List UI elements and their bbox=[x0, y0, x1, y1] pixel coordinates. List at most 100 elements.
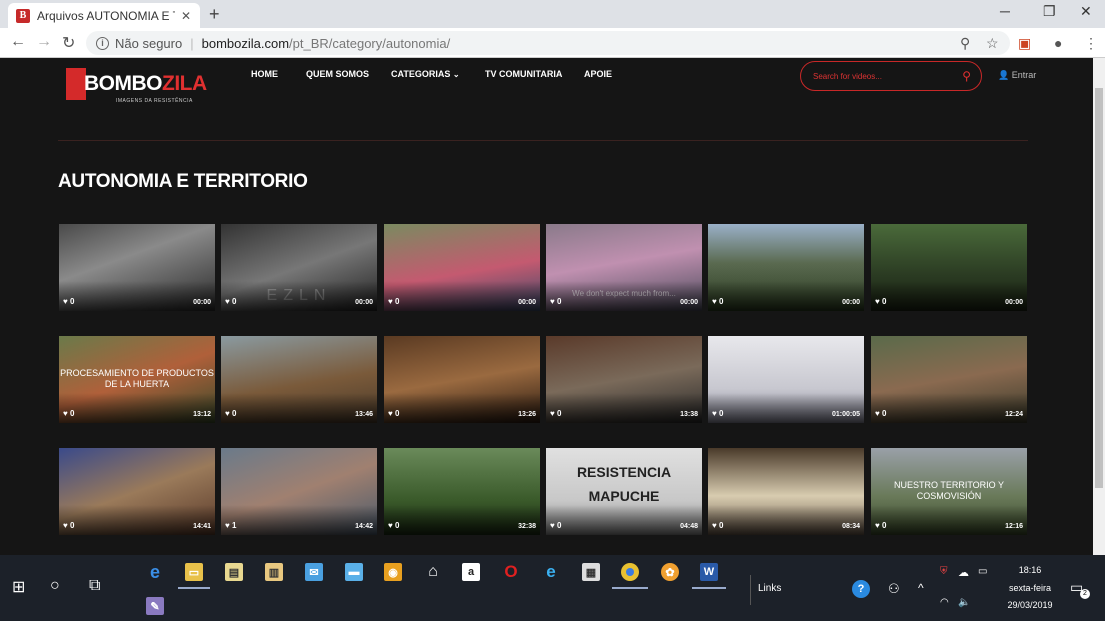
video-thumbnail[interactable]: ♥ 0 00:00 bbox=[871, 224, 1027, 311]
links-toolbar[interactable]: Links bbox=[758, 583, 781, 594]
video-duration: 00:00 bbox=[193, 299, 211, 306]
tray-expand-icon[interactable]: ^ bbox=[918, 581, 924, 595]
video-thumbnail[interactable]: RESISTENCIA MAPUCHE ♥ 0 04:48 bbox=[546, 448, 702, 535]
shield-icon[interactable]: ⛨ bbox=[940, 566, 948, 577]
nav-tv-comunitaria[interactable]: TV COMUNITARIA bbox=[485, 69, 562, 79]
nav-quem-somos[interactable]: QUEM SOMOS bbox=[306, 69, 369, 79]
laptop-icon[interactable]: ▬ bbox=[345, 563, 363, 581]
search-circle-icon[interactable]: ○ bbox=[50, 577, 60, 595]
battery-icon[interactable]: ▭ bbox=[978, 566, 987, 577]
search-input[interactable] bbox=[813, 71, 953, 81]
video-thumbnail[interactable]: ♥ 0 12:24 bbox=[871, 336, 1027, 423]
bookmark-star-icon[interactable]: ☆ bbox=[986, 35, 999, 52]
zoom-icon[interactable]: ⚲ bbox=[960, 35, 970, 52]
profile-icon[interactable]: ● bbox=[1054, 35, 1062, 51]
thumbnail-shade bbox=[384, 393, 540, 423]
header-divider bbox=[58, 140, 1028, 141]
clock-time[interactable]: 18:16 bbox=[1010, 565, 1050, 575]
scrollbar-thumb[interactable] bbox=[1095, 88, 1103, 488]
app-orange-icon[interactable]: ✿ bbox=[661, 563, 679, 581]
video-duration: 14:42 bbox=[355, 523, 373, 530]
likes-count: 0 bbox=[556, 297, 562, 306]
video-thumbnail[interactable]: NUESTRO TERRITORIO Y COSMOVISIÓN ♥ 0 12:16 bbox=[871, 448, 1027, 535]
nav-categorias[interactable]: CATEGORIAS ⌄ bbox=[391, 69, 460, 79]
app-icon[interactable]: ◉ bbox=[384, 563, 402, 581]
document-icon[interactable]: ▤ bbox=[225, 563, 243, 581]
video-thumbnail[interactable]: ♥ 0 13:46 bbox=[221, 336, 377, 423]
folder-doc-icon[interactable]: ▥ bbox=[265, 563, 283, 581]
video-thumbnail[interactable]: ♥ 0 00:00 bbox=[708, 224, 864, 311]
opera-icon[interactable]: O bbox=[502, 562, 520, 581]
video-duration: 12:16 bbox=[1005, 523, 1023, 530]
video-likes: ♥ 0 bbox=[550, 297, 561, 306]
nav-apoie[interactable]: APOIE bbox=[584, 69, 612, 79]
browser-tab[interactable]: B Arquivos AUTONOMIA E TERRITORIO ✕ bbox=[8, 3, 200, 28]
video-duration: 04:48 bbox=[680, 523, 698, 530]
calculator-icon[interactable]: ▦ bbox=[582, 563, 600, 581]
help-icon[interactable]: ? bbox=[852, 580, 870, 598]
minimize-icon[interactable]: ─ bbox=[1000, 3, 1010, 19]
file-explorer-icon[interactable]: ▭ bbox=[185, 563, 203, 581]
new-tab-button[interactable]: + bbox=[209, 4, 220, 25]
forward-icon[interactable]: → bbox=[36, 33, 52, 51]
close-window-icon[interactable]: ✕ bbox=[1080, 3, 1092, 20]
logo-mark bbox=[66, 68, 86, 100]
video-thumbnail[interactable]: ♥ 1 14:42 bbox=[221, 448, 377, 535]
address-separator: | bbox=[190, 35, 194, 51]
video-thumbnail[interactable]: PROCESAMIENTO DE PRODUCTOS DE LA HUERTA ♥… bbox=[59, 336, 215, 423]
restore-icon[interactable]: ❐ bbox=[1043, 3, 1056, 20]
likes-count: 0 bbox=[394, 409, 400, 418]
menu-icon[interactable]: ⋮ bbox=[1084, 35, 1098, 52]
url-path: /pt_BR/category/autonomia/ bbox=[289, 35, 451, 51]
video-thumbnail[interactable]: ♥ 0 14:41 bbox=[59, 448, 215, 535]
page-title: AUTONOMIA E TERRITORIO bbox=[58, 171, 308, 192]
back-icon[interactable]: ← bbox=[10, 33, 26, 51]
video-thumbnail[interactable]: ♥ 0 32:38 bbox=[384, 448, 540, 535]
video-overlay-text: NUESTRO TERRITORIO Y COSMOVISIÓN bbox=[893, 480, 1005, 501]
video-duration: 00:00 bbox=[518, 299, 536, 306]
video-thumbnail[interactable]: EZLN♥ 000:00 bbox=[221, 224, 377, 311]
video-likes: ♥ 0 bbox=[63, 297, 74, 306]
chrome-icon[interactable] bbox=[621, 563, 639, 581]
reload-icon[interactable]: ↻ bbox=[62, 33, 75, 53]
likes-count: 0 bbox=[231, 297, 237, 306]
cloud-icon[interactable]: ☁ bbox=[958, 566, 969, 579]
info-icon[interactable]: i bbox=[96, 36, 109, 50]
thumbnail-shade bbox=[59, 505, 215, 535]
ie-icon[interactable]: e bbox=[542, 562, 560, 581]
video-thumbnail[interactable]: ♥ 0 08:34 bbox=[708, 448, 864, 535]
video-thumbnail[interactable]: ♥ 0 01:00:05 bbox=[708, 336, 864, 423]
home-icon[interactable]: ⌂ bbox=[424, 563, 442, 581]
clock-date[interactable]: 29/03/2019 bbox=[1003, 600, 1057, 610]
amazon-icon[interactable]: a bbox=[462, 563, 480, 581]
thumbnail-shade bbox=[546, 505, 702, 535]
heart-icon: ♥ bbox=[388, 521, 395, 530]
page-scrollbar[interactable] bbox=[1093, 58, 1105, 555]
nav-home[interactable]: HOME bbox=[251, 69, 278, 79]
video-thumbnail[interactable]: ♥ 0 13:38 bbox=[546, 336, 702, 423]
wifi-icon[interactable]: ◠ bbox=[940, 597, 949, 608]
edge-icon[interactable]: e bbox=[146, 562, 164, 582]
windows-start-icon[interactable]: ⊞ bbox=[12, 577, 25, 597]
login-link[interactable]: 👤 Entrar bbox=[998, 70, 1036, 81]
extension-icon[interactable]: ▣ bbox=[1018, 35, 1031, 52]
video-thumbnail[interactable]: ♥ 0 00:00 bbox=[59, 224, 215, 311]
tab-close-icon[interactable]: ✕ bbox=[181, 9, 191, 23]
paint-icon[interactable]: ✎ bbox=[146, 597, 164, 615]
video-thumbnail[interactable]: ♥ 0 13:26 bbox=[384, 336, 540, 423]
thumbnail-shade bbox=[708, 505, 864, 535]
heart-icon: ♥ bbox=[550, 521, 557, 530]
word-icon[interactable]: W bbox=[700, 563, 718, 581]
video-thumbnail[interactable]: ♥ 0 00:00 bbox=[384, 224, 540, 311]
people-icon[interactable]: ⚇ bbox=[888, 581, 900, 597]
address-bar[interactable]: i Não seguro | bombozila.com/pt_BR/categ… bbox=[86, 31, 1010, 55]
website: BOMBOZILA IMAGENS DA RESISTÊNCIA HOME QU… bbox=[0, 58, 1093, 555]
video-likes: ♥ 0 bbox=[712, 297, 723, 306]
video-thumbnail[interactable]: We don't expect much from...♥ 000:00 bbox=[546, 224, 702, 311]
clock-weekday[interactable]: sexta-feira bbox=[1003, 583, 1057, 593]
mail-icon[interactable]: ✉ bbox=[305, 563, 323, 581]
volume-icon[interactable]: 🔈 bbox=[958, 597, 970, 608]
search-icon[interactable]: ⚲ bbox=[962, 69, 971, 83]
site-logo[interactable]: BOMBOZILA IMAGENS DA RESISTÊNCIA bbox=[66, 68, 207, 108]
task-view-icon[interactable]: ⧉ bbox=[89, 577, 100, 595]
